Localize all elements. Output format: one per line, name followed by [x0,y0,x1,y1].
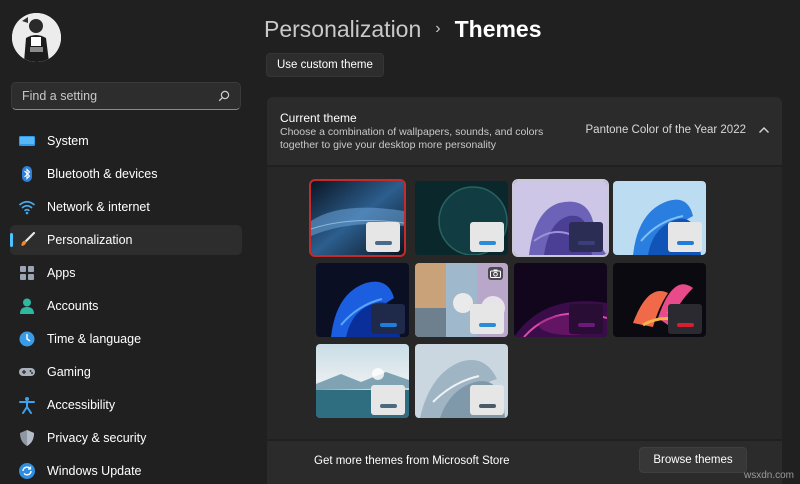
theme-preview-window [470,304,504,334]
sidebar-item-windows-update[interactable]: Windows Update [10,456,242,484]
theme-tile[interactable] [309,179,406,257]
update-icon [18,462,36,480]
theme-preview-window [366,222,400,252]
breadcrumb-separator-icon: › [435,20,441,37]
use-custom-theme-button[interactable]: Use custom theme [266,53,384,77]
sidebar-item-gaming[interactable]: Gaming [10,357,242,387]
theme-preview-window [668,222,702,252]
sidebar-item-bluetooth-devices[interactable]: Bluetooth & devices [10,159,242,189]
theme-tile[interactable] [613,181,706,255]
watermark: wsxdn.com [743,470,794,481]
accessibility-icon [18,396,36,414]
sidebar-item-network-internet[interactable]: Network & internet [10,192,242,222]
theme-preview-window [569,222,603,252]
sidebar-item-label: Gaming [47,365,91,379]
theme-tile[interactable] [415,344,508,418]
theme-tile[interactable] [613,263,706,337]
apps-icon [18,264,36,282]
sidebar: System Bluetooth & devices Network & int… [0,0,252,484]
search-box[interactable] [11,82,241,110]
brush-icon [18,231,36,249]
current-theme-title: Current theme [280,111,357,125]
browse-themes-button[interactable]: Browse themes [639,447,747,473]
sidebar-item-privacy-security[interactable]: Privacy & security [10,423,242,453]
sidebar-item-label: Privacy & security [47,431,147,445]
sidebar-item-label: Personalization [47,233,133,247]
theme-preview-window [371,385,405,415]
theme-tile[interactable] [514,263,607,337]
sidebar-item-label: Time & language [47,332,142,346]
theme-preview-window [470,385,504,415]
wifi-icon [18,198,36,216]
theme-tile[interactable] [415,181,508,255]
avatar[interactable] [12,13,61,62]
sidebar-item-label: Windows Update [47,464,142,478]
sidebar-item-system[interactable]: System [10,126,242,156]
camera-icon [488,267,503,280]
theme-preview-window [668,304,702,334]
bluetooth-icon [18,165,36,183]
system-icon [18,132,36,150]
theme-gallery [267,167,782,439]
sidebar-item-label: Apps [47,266,76,280]
current-theme-card[interactable]: Current theme Choose a combination of wa… [267,97,782,165]
sidebar-item-label: Accounts [47,299,99,313]
sidebar-item-label: Accessibility [47,398,116,412]
breadcrumb-parent[interactable]: Personalization [264,16,421,43]
theme-tile[interactable] [512,179,609,257]
sidebar-item-accounts[interactable]: Accounts [10,291,242,321]
shield-icon [18,429,36,447]
sidebar-item-accessibility[interactable]: Accessibility [10,390,242,420]
sidebar-item-label: Bluetooth & devices [47,167,158,181]
chevron-up-icon[interactable] [758,125,770,135]
theme-tile[interactable] [316,263,409,337]
search-icon[interactable] [218,90,230,102]
account-icon [18,297,36,315]
breadcrumb: Personalization › Themes [264,12,542,46]
sidebar-item-apps[interactable]: Apps [10,258,242,288]
get-more-themes-text: Get more themes from Microsoft Store [314,455,510,467]
gamepad-icon [18,363,36,381]
theme-tile[interactable] [415,263,508,337]
sidebar-item-time-language[interactable]: Time & language [10,324,242,354]
theme-tile[interactable] [316,344,409,418]
theme-preview-window [470,222,504,252]
sidebar-nav: System Bluetooth & devices Network & int… [10,126,242,484]
current-theme-value: Pantone Color of the Year 2022 [585,124,747,136]
search-input[interactable] [22,89,218,103]
theme-preview-window [371,304,405,334]
page-title: Themes [454,15,542,42]
theme-preview-window [569,304,603,334]
sidebar-item-label: Network & internet [47,200,150,214]
microsoft-store-row: Get more themes from Microsoft Store Bro… [267,441,782,484]
clock-globe-icon [18,330,36,348]
sidebar-item-personalization[interactable]: Personalization [10,225,242,255]
current-theme-description: Choose a combination of wallpapers, soun… [280,126,544,151]
sidebar-item-label: System [47,134,89,148]
